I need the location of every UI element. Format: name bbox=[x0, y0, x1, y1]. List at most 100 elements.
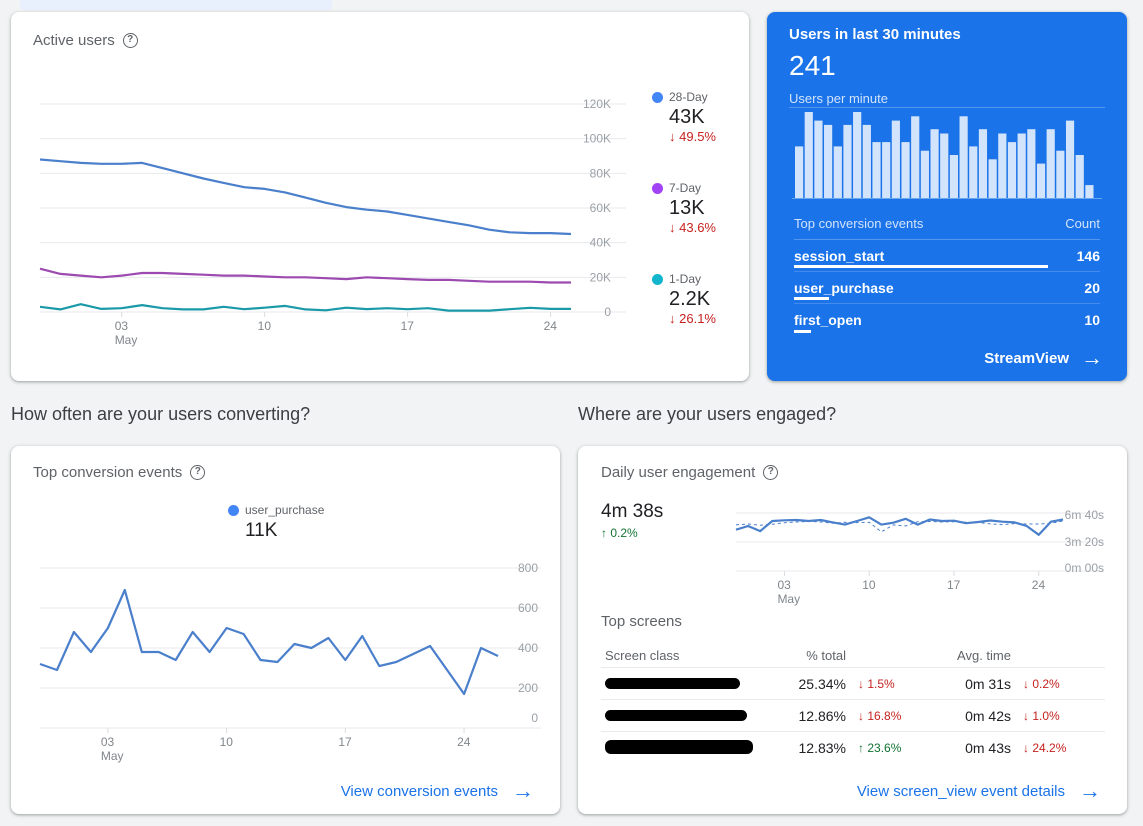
table-header: Top conversion events Count bbox=[794, 216, 1100, 240]
conversions-legend[interactable]: user_purchase 11K bbox=[228, 503, 324, 542]
y-tick-label: 20K bbox=[590, 270, 611, 284]
active-users-card: Active users ? 0 20K 40K 60K 80K 100K 120K 03 Ma… bbox=[11, 12, 749, 381]
arrow-right-icon: → bbox=[1081, 345, 1103, 370]
avg-time: 0m 42s bbox=[965, 707, 1011, 724]
help-icon[interactable]: ? bbox=[763, 465, 779, 480]
view-screen-view-details-label: View screen_view event details bbox=[856, 782, 1065, 800]
header-count: Count bbox=[1065, 216, 1100, 231]
conversions-chart: 0 200 400 600 800 03May 10 17 24 bbox=[39, 561, 541, 763]
legend-label: 1-Day bbox=[669, 272, 702, 286]
y-tick-label: 120K bbox=[583, 97, 611, 111]
legend-7-day[interactable]: 7-Day 13K 43.6% bbox=[652, 181, 742, 235]
redacted-screen-name bbox=[605, 677, 740, 689]
legend-label: 28-Day bbox=[669, 90, 708, 104]
bar bbox=[814, 120, 823, 198]
help-icon[interactable]: ? bbox=[190, 465, 206, 480]
engagement-card: Daily user engagement ? 4m 38s 0.2% 0m 0… bbox=[578, 446, 1127, 814]
bar bbox=[1056, 150, 1065, 198]
conversions-title: Top conversion events ? bbox=[33, 464, 206, 481]
x-tick-label: 10 bbox=[862, 578, 876, 592]
pct-change: 1.5% bbox=[846, 677, 956, 691]
bar bbox=[911, 116, 920, 198]
bar bbox=[1075, 155, 1084, 198]
table-row[interactable]: 12.86% 16.8% 0m 42s 1.0% bbox=[601, 700, 1105, 732]
view-screen-view-details-link[interactable]: View screen_view event details → bbox=[857, 780, 1101, 802]
x-tick-label: 17 bbox=[401, 319, 415, 333]
bar bbox=[998, 133, 1007, 198]
bar bbox=[949, 155, 959, 198]
view-conversion-events-link[interactable]: View conversion events → bbox=[341, 780, 534, 802]
y-tick-label: 0m 00s bbox=[1065, 561, 1104, 575]
event-name: user_purchase bbox=[794, 279, 894, 296]
engagement-title: Daily user engagement ? bbox=[601, 464, 779, 481]
x-tick-sublabel: May bbox=[115, 333, 138, 347]
legend-label: 7-Day bbox=[669, 181, 702, 195]
event-count: 20 bbox=[1084, 279, 1100, 296]
x-tick-label: 24 bbox=[457, 735, 471, 749]
header-avg-time[interactable]: Avg. time bbox=[956, 648, 1011, 663]
help-icon[interactable]: ? bbox=[122, 33, 138, 48]
redacted-screen-name bbox=[605, 739, 753, 754]
table-row[interactable]: 12.83% 23.6% 0m 43s 24.2% bbox=[601, 732, 1105, 764]
header-name: Top conversion events bbox=[794, 216, 924, 231]
bar bbox=[891, 120, 900, 198]
y-tick-label: 100K bbox=[583, 132, 611, 146]
divider bbox=[789, 107, 1105, 108]
bar bbox=[1046, 129, 1055, 198]
x-tick-label: 17 bbox=[947, 578, 961, 592]
redacted-screen-name bbox=[605, 709, 747, 721]
legend-value: 43K bbox=[669, 106, 705, 128]
bar bbox=[940, 133, 949, 198]
x-tick-sublabel: May bbox=[777, 592, 800, 606]
legend-label: user_purchase bbox=[245, 503, 325, 517]
bar bbox=[804, 112, 813, 198]
bar bbox=[824, 124, 833, 198]
table-row[interactable]: first_open 10 bbox=[794, 304, 1100, 336]
event-share-bar bbox=[794, 297, 829, 300]
header-screen-class[interactable]: Screen class bbox=[601, 648, 791, 663]
legend-value: 13K bbox=[669, 197, 705, 219]
engagement-change: 0.2% bbox=[601, 526, 637, 540]
bar bbox=[988, 159, 997, 198]
y-tick-label: 80K bbox=[590, 166, 611, 180]
streamview-link[interactable]: StreamView → bbox=[984, 347, 1103, 369]
y-tick-label: 400 bbox=[518, 641, 538, 655]
table-row[interactable]: session_start 146 bbox=[794, 240, 1100, 272]
bar bbox=[1036, 163, 1046, 198]
x-tick-sublabel: May bbox=[101, 749, 124, 763]
event-name: first_open bbox=[794, 312, 862, 328]
x-tick-label: 03 bbox=[777, 578, 791, 592]
legend-change: 26.1% bbox=[669, 311, 742, 326]
bar bbox=[901, 142, 910, 198]
legend-1-day[interactable]: 1-Day 2.2K 26.1% bbox=[652, 272, 742, 326]
conversions-title-text: Top conversion events bbox=[33, 464, 183, 481]
legend-28-day[interactable]: 28-Day 43K 49.5% bbox=[652, 90, 742, 144]
bar bbox=[795, 146, 804, 198]
bar bbox=[833, 146, 842, 198]
y-tick-label: 800 bbox=[518, 561, 538, 575]
y-tick-label: 200 bbox=[518, 681, 538, 695]
y-tick-label: 40K bbox=[590, 236, 611, 250]
y-tick-label: 6m 40s bbox=[1065, 508, 1104, 522]
event-count: 10 bbox=[1084, 312, 1100, 328]
bar bbox=[853, 112, 862, 198]
realtime-title: Users in last 30 minutes bbox=[789, 26, 961, 43]
legend-dot-icon bbox=[652, 182, 663, 194]
event-share-bar bbox=[794, 330, 811, 333]
series-line-7-day bbox=[39, 267, 571, 284]
bar bbox=[882, 142, 891, 198]
table-row[interactable]: user_purchase 20 bbox=[794, 272, 1100, 304]
y-tick-label: 0 bbox=[531, 711, 538, 725]
table-row[interactable]: 25.34% 1.5% 0m 31s 0.2% bbox=[601, 668, 1105, 700]
event-count: 146 bbox=[1076, 247, 1100, 264]
y-tick-label: 0 bbox=[604, 305, 611, 319]
series-line-current bbox=[735, 516, 1064, 536]
top-tab-indicator bbox=[20, 0, 332, 10]
users-per-minute-label: Users per minute bbox=[789, 91, 888, 106]
header-pct-total[interactable]: % total bbox=[791, 648, 846, 663]
pct-total: 12.86% bbox=[798, 707, 846, 724]
legend-dot-icon bbox=[652, 273, 663, 285]
top-screens-table: Screen class % total Avg. time 25.34% 1.… bbox=[601, 644, 1105, 764]
realtime-card: Users in last 30 minutes 241 Users per m… bbox=[767, 12, 1127, 381]
engagement-value: 4m 38s bbox=[601, 501, 664, 522]
